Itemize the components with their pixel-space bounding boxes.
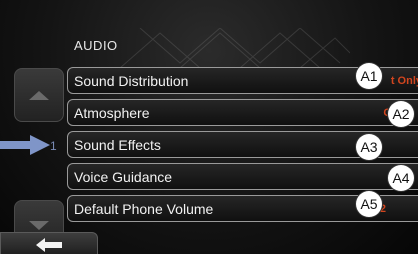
callout-a3: A3 bbox=[356, 134, 382, 160]
triangle-down-icon bbox=[29, 220, 49, 230]
callout-a1: A1 bbox=[356, 63, 382, 89]
callout-a5: A5 bbox=[356, 191, 382, 217]
row-label: Sound Effects bbox=[74, 137, 161, 153]
row-value: t Only bbox=[390, 75, 418, 87]
scroll-up-button[interactable] bbox=[14, 68, 64, 122]
side-number: 1 bbox=[50, 139, 57, 153]
row-label: Voice Guidance bbox=[74, 169, 173, 185]
row-label: Default Phone Volume bbox=[74, 201, 214, 217]
callout-a2: A2 bbox=[388, 101, 414, 127]
atmosphere-row[interactable]: Atmosphere Cu bbox=[67, 99, 418, 126]
back-button[interactable] bbox=[0, 232, 98, 254]
voice-guidance-row[interactable]: Voice Guidance bbox=[67, 163, 418, 190]
audio-settings-screen: AUDIO Sound Distribution t Only Atmosphe… bbox=[0, 0, 418, 254]
callout-a4: A4 bbox=[388, 165, 414, 191]
triangle-up-icon bbox=[29, 90, 49, 100]
back-arrow-icon bbox=[36, 238, 62, 252]
row-label: Sound Distribution bbox=[74, 73, 189, 89]
row-label: Atmosphere bbox=[74, 105, 150, 121]
pointer-arrow-icon bbox=[0, 135, 50, 155]
screen-title: AUDIO bbox=[74, 38, 118, 53]
background-pattern bbox=[120, 28, 350, 68]
